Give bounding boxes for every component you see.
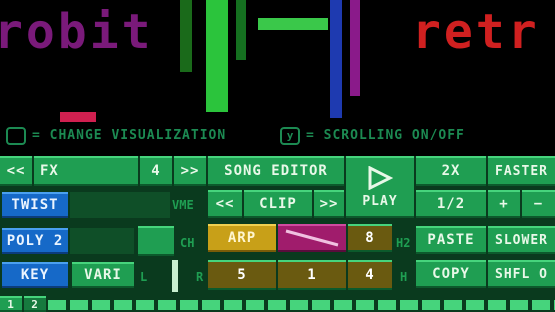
- arp-ramp: [278, 224, 346, 252]
- l-label: L: [140, 270, 148, 284]
- viz-word-left: robit: [0, 4, 154, 60]
- hint-scroll: = SCROLLING ON/OFF: [306, 128, 465, 143]
- value-one: 1: [278, 260, 346, 290]
- viz-word-right: retr: [412, 4, 540, 60]
- value-four: 4: [348, 260, 392, 290]
- scroll-key-badge: y: [280, 127, 300, 145]
- play-label: PLAY: [362, 193, 398, 209]
- half-speed-button[interactable]: 1/2: [416, 190, 486, 218]
- arp-button[interactable]: ARP: [208, 224, 276, 252]
- poly-fill: [138, 226, 174, 256]
- play-button[interactable]: PLAY: [346, 156, 414, 218]
- viz-bar: [60, 112, 96, 122]
- clip-prev-button[interactable]: <<: [208, 190, 242, 218]
- h-label: H: [400, 270, 408, 284]
- viz-bar: [258, 18, 328, 30]
- minus-button[interactable]: −: [522, 190, 555, 218]
- poly-track: [70, 228, 134, 254]
- vol-label: VME: [172, 198, 194, 212]
- step-strip[interactable]: [48, 300, 555, 310]
- arp-value: 8: [348, 224, 392, 252]
- speed-2x-button[interactable]: 2X: [416, 156, 486, 186]
- change-key-badge: [6, 127, 26, 145]
- twist-track: [70, 192, 170, 218]
- poly-button[interactable]: POLY 2: [2, 228, 68, 254]
- ch-label: CH: [180, 236, 195, 250]
- faster-button[interactable]: FASTER: [488, 156, 555, 186]
- fx-button[interactable]: FX: [34, 156, 138, 186]
- key-button[interactable]: KEY: [2, 262, 68, 288]
- control-panel: << FX 4 >> SONG EDITOR PLAY 2X FASTER TW…: [0, 156, 555, 312]
- fx-value: 4: [140, 156, 172, 186]
- clip-button[interactable]: CLIP: [244, 190, 312, 218]
- twist-button[interactable]: TWIST: [2, 192, 68, 218]
- plus-button[interactable]: +: [488, 190, 520, 218]
- value-five: 5: [208, 260, 276, 290]
- slower-button[interactable]: SLOWER: [488, 226, 555, 254]
- visualization-area: robit retr: [0, 0, 555, 122]
- fx-next-button[interactable]: >>: [174, 156, 206, 186]
- shuffle-button[interactable]: SHFL O: [488, 260, 555, 288]
- viz-bar: [350, 0, 360, 96]
- lr-slider-handle[interactable]: [172, 260, 178, 292]
- viz-bar: [180, 0, 192, 72]
- vari-button[interactable]: VARI: [72, 262, 134, 288]
- pattern-2[interactable]: 2: [24, 296, 46, 312]
- song-editor-button[interactable]: SONG EDITOR: [208, 156, 344, 186]
- viz-bar: [236, 0, 246, 60]
- viz-bar: [330, 0, 342, 118]
- hint-change: = CHANGE VISUALIZATION: [32, 128, 227, 143]
- viz-bar: [206, 0, 228, 112]
- fx-prev-button[interactable]: <<: [0, 156, 32, 186]
- r-label: R: [196, 270, 204, 284]
- ramp-icon: [285, 229, 339, 247]
- play-icon: [368, 165, 393, 190]
- clip-next-button[interactable]: >>: [314, 190, 344, 218]
- pattern-1[interactable]: 1: [0, 296, 22, 312]
- copy-button[interactable]: COPY: [416, 260, 486, 288]
- paste-button[interactable]: PASTE: [416, 226, 486, 254]
- h2-label: H2: [396, 236, 411, 250]
